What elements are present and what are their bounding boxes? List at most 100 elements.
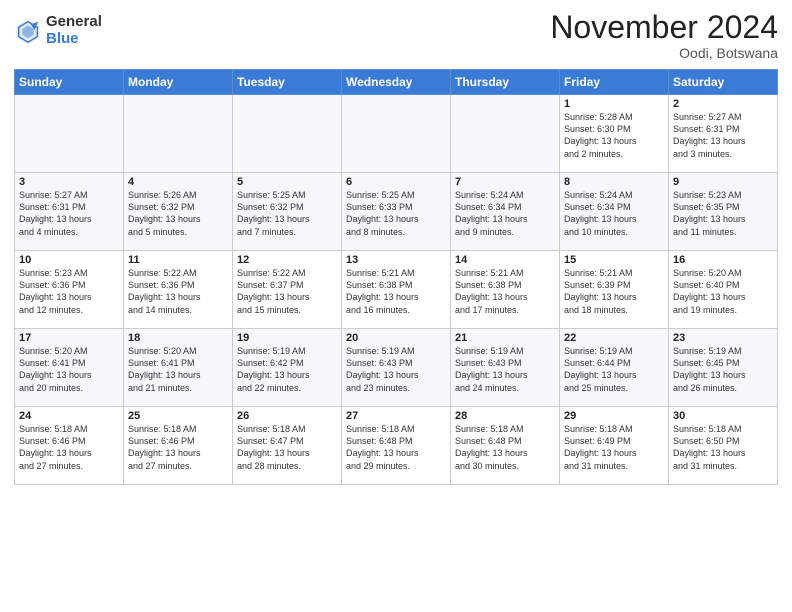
day-number: 5	[237, 176, 337, 188]
day-number: 9	[673, 176, 773, 188]
day-info: Sunrise: 5:21 AM Sunset: 6:38 PM Dayligh…	[455, 267, 555, 316]
day-number: 19	[237, 332, 337, 344]
day-info: Sunrise: 5:18 AM Sunset: 6:46 PM Dayligh…	[19, 423, 119, 472]
weekday-header-thursday: Thursday	[451, 70, 560, 95]
calendar-cell: 3Sunrise: 5:27 AM Sunset: 6:31 PM Daylig…	[15, 173, 124, 251]
calendar-cell: 24Sunrise: 5:18 AM Sunset: 6:46 PM Dayli…	[15, 407, 124, 485]
calendar-table: SundayMondayTuesdayWednesdayThursdayFrid…	[14, 69, 778, 485]
calendar-cell: 9Sunrise: 5:23 AM Sunset: 6:35 PM Daylig…	[669, 173, 778, 251]
calendar-cell: 13Sunrise: 5:21 AM Sunset: 6:38 PM Dayli…	[342, 251, 451, 329]
day-info: Sunrise: 5:20 AM Sunset: 6:41 PM Dayligh…	[19, 345, 119, 394]
day-info: Sunrise: 5:25 AM Sunset: 6:32 PM Dayligh…	[237, 189, 337, 238]
logo-text: General Blue	[46, 14, 102, 47]
day-info: Sunrise: 5:18 AM Sunset: 6:48 PM Dayligh…	[346, 423, 446, 472]
calendar-cell	[233, 95, 342, 173]
day-info: Sunrise: 5:25 AM Sunset: 6:33 PM Dayligh…	[346, 189, 446, 238]
day-number: 2	[673, 98, 773, 110]
day-number: 16	[673, 254, 773, 266]
day-number: 8	[564, 176, 664, 188]
calendar-cell	[451, 95, 560, 173]
day-info: Sunrise: 5:26 AM Sunset: 6:32 PM Dayligh…	[128, 189, 228, 238]
calendar-cell: 5Sunrise: 5:25 AM Sunset: 6:32 PM Daylig…	[233, 173, 342, 251]
day-number: 13	[346, 254, 446, 266]
calendar-week-row: 3Sunrise: 5:27 AM Sunset: 6:31 PM Daylig…	[15, 173, 778, 251]
calendar-cell: 20Sunrise: 5:19 AM Sunset: 6:43 PM Dayli…	[342, 329, 451, 407]
day-info: Sunrise: 5:20 AM Sunset: 6:41 PM Dayligh…	[128, 345, 228, 394]
day-number: 21	[455, 332, 555, 344]
day-number: 28	[455, 410, 555, 422]
calendar-cell: 21Sunrise: 5:19 AM Sunset: 6:43 PM Dayli…	[451, 329, 560, 407]
calendar-cell: 19Sunrise: 5:19 AM Sunset: 6:42 PM Dayli…	[233, 329, 342, 407]
calendar-cell: 29Sunrise: 5:18 AM Sunset: 6:49 PM Dayli…	[560, 407, 669, 485]
weekday-header-sunday: Sunday	[15, 70, 124, 95]
calendar-cell: 6Sunrise: 5:25 AM Sunset: 6:33 PM Daylig…	[342, 173, 451, 251]
day-number: 11	[128, 254, 228, 266]
day-info: Sunrise: 5:19 AM Sunset: 6:44 PM Dayligh…	[564, 345, 664, 394]
day-info: Sunrise: 5:22 AM Sunset: 6:36 PM Dayligh…	[128, 267, 228, 316]
day-number: 25	[128, 410, 228, 422]
day-info: Sunrise: 5:21 AM Sunset: 6:39 PM Dayligh…	[564, 267, 664, 316]
month-title: November 2024	[550, 10, 778, 45]
day-number: 6	[346, 176, 446, 188]
weekday-header-row: SundayMondayTuesdayWednesdayThursdayFrid…	[15, 70, 778, 95]
calendar-cell: 16Sunrise: 5:20 AM Sunset: 6:40 PM Dayli…	[669, 251, 778, 329]
logo-icon	[14, 17, 42, 45]
day-info: Sunrise: 5:24 AM Sunset: 6:34 PM Dayligh…	[455, 189, 555, 238]
calendar-week-row: 10Sunrise: 5:23 AM Sunset: 6:36 PM Dayli…	[15, 251, 778, 329]
day-number: 14	[455, 254, 555, 266]
calendar-cell: 14Sunrise: 5:21 AM Sunset: 6:38 PM Dayli…	[451, 251, 560, 329]
weekday-header-friday: Friday	[560, 70, 669, 95]
day-info: Sunrise: 5:18 AM Sunset: 6:50 PM Dayligh…	[673, 423, 773, 472]
weekday-header-wednesday: Wednesday	[342, 70, 451, 95]
day-info: Sunrise: 5:23 AM Sunset: 6:35 PM Dayligh…	[673, 189, 773, 238]
calendar-cell: 1Sunrise: 5:28 AM Sunset: 6:30 PM Daylig…	[560, 95, 669, 173]
logo-general-text: General	[46, 14, 102, 31]
day-info: Sunrise: 5:18 AM Sunset: 6:48 PM Dayligh…	[455, 423, 555, 472]
day-info: Sunrise: 5:19 AM Sunset: 6:43 PM Dayligh…	[346, 345, 446, 394]
day-number: 20	[346, 332, 446, 344]
calendar-cell	[124, 95, 233, 173]
title-block: November 2024 Oodi, Botswana	[550, 10, 778, 61]
calendar-cell: 12Sunrise: 5:22 AM Sunset: 6:37 PM Dayli…	[233, 251, 342, 329]
day-number: 7	[455, 176, 555, 188]
day-info: Sunrise: 5:22 AM Sunset: 6:37 PM Dayligh…	[237, 267, 337, 316]
day-number: 3	[19, 176, 119, 188]
calendar-cell: 4Sunrise: 5:26 AM Sunset: 6:32 PM Daylig…	[124, 173, 233, 251]
calendar-cell: 25Sunrise: 5:18 AM Sunset: 6:46 PM Dayli…	[124, 407, 233, 485]
calendar-cell: 23Sunrise: 5:19 AM Sunset: 6:45 PM Dayli…	[669, 329, 778, 407]
day-info: Sunrise: 5:19 AM Sunset: 6:43 PM Dayligh…	[455, 345, 555, 394]
calendar-cell: 7Sunrise: 5:24 AM Sunset: 6:34 PM Daylig…	[451, 173, 560, 251]
day-info: Sunrise: 5:27 AM Sunset: 6:31 PM Dayligh…	[673, 111, 773, 160]
calendar-cell: 8Sunrise: 5:24 AM Sunset: 6:34 PM Daylig…	[560, 173, 669, 251]
day-number: 22	[564, 332, 664, 344]
calendar-cell: 27Sunrise: 5:18 AM Sunset: 6:48 PM Dayli…	[342, 407, 451, 485]
day-number: 1	[564, 98, 664, 110]
day-info: Sunrise: 5:18 AM Sunset: 6:49 PM Dayligh…	[564, 423, 664, 472]
day-info: Sunrise: 5:28 AM Sunset: 6:30 PM Dayligh…	[564, 111, 664, 160]
calendar-cell: 22Sunrise: 5:19 AM Sunset: 6:44 PM Dayli…	[560, 329, 669, 407]
calendar-cell: 15Sunrise: 5:21 AM Sunset: 6:39 PM Dayli…	[560, 251, 669, 329]
day-number: 15	[564, 254, 664, 266]
weekday-header-saturday: Saturday	[669, 70, 778, 95]
page-container: General Blue November 2024 Oodi, Botswan…	[0, 0, 792, 493]
calendar-week-row: 17Sunrise: 5:20 AM Sunset: 6:41 PM Dayli…	[15, 329, 778, 407]
day-number: 10	[19, 254, 119, 266]
day-number: 23	[673, 332, 773, 344]
day-number: 24	[19, 410, 119, 422]
header: General Blue November 2024 Oodi, Botswan…	[14, 10, 778, 61]
day-info: Sunrise: 5:19 AM Sunset: 6:45 PM Dayligh…	[673, 345, 773, 394]
day-number: 4	[128, 176, 228, 188]
weekday-header-tuesday: Tuesday	[233, 70, 342, 95]
day-info: Sunrise: 5:24 AM Sunset: 6:34 PM Dayligh…	[564, 189, 664, 238]
day-number: 30	[673, 410, 773, 422]
day-info: Sunrise: 5:18 AM Sunset: 6:46 PM Dayligh…	[128, 423, 228, 472]
calendar-cell: 30Sunrise: 5:18 AM Sunset: 6:50 PM Dayli…	[669, 407, 778, 485]
day-info: Sunrise: 5:19 AM Sunset: 6:42 PM Dayligh…	[237, 345, 337, 394]
calendar-cell: 2Sunrise: 5:27 AM Sunset: 6:31 PM Daylig…	[669, 95, 778, 173]
calendar-week-row: 1Sunrise: 5:28 AM Sunset: 6:30 PM Daylig…	[15, 95, 778, 173]
day-info: Sunrise: 5:23 AM Sunset: 6:36 PM Dayligh…	[19, 267, 119, 316]
calendar-week-row: 24Sunrise: 5:18 AM Sunset: 6:46 PM Dayli…	[15, 407, 778, 485]
day-number: 12	[237, 254, 337, 266]
weekday-header-monday: Monday	[124, 70, 233, 95]
day-number: 18	[128, 332, 228, 344]
